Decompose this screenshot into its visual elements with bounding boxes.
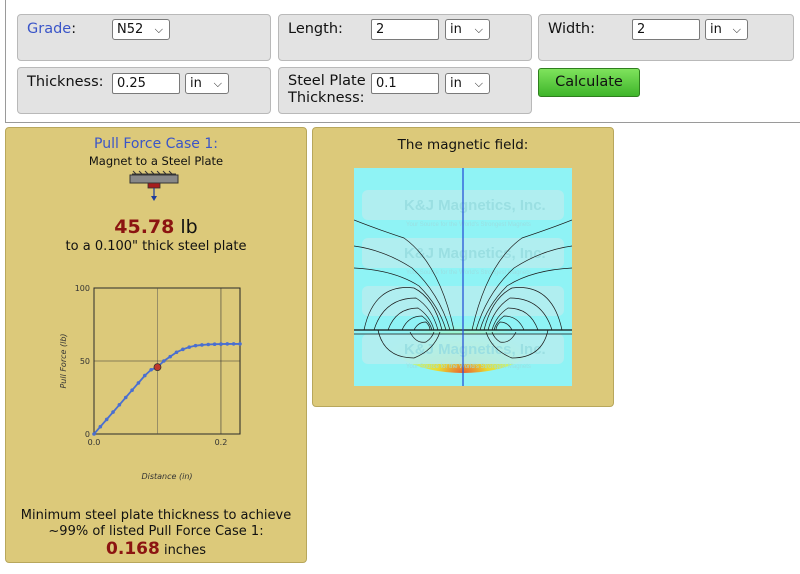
grade-select[interactable]: N52 ⌵ — [112, 19, 170, 40]
magnetic-field-panel: The magnetic field: K&J Magnetics, Inc. … — [312, 127, 614, 407]
min-thickness-result: 0.168 inches — [106, 539, 206, 559]
thickness-unit-select[interactable]: in ⌵ — [185, 73, 229, 94]
data-point — [136, 381, 141, 385]
data-point — [225, 342, 230, 346]
pull-force-description: to a 0.100" thick steel plate — [65, 239, 247, 254]
width-label: Width: — [548, 21, 596, 37]
highlight-point — [153, 363, 162, 372]
svg-text:Your Source for the World's St: Your Source for the World's Strongest Ma… — [406, 222, 531, 228]
grade-label[interactable]: Grade: — [27, 21, 76, 37]
y-tick-label: 50 — [80, 357, 90, 366]
length-label: Length: — [288, 21, 343, 37]
chevron-down-icon: ⌵ — [474, 77, 483, 90]
steel-plate-label: Steel Plate Thickness: — [288, 73, 366, 106]
grade-group: Grade: N52 ⌵ — [17, 14, 271, 61]
data-point — [162, 359, 166, 363]
thickness-label: Thickness: — [27, 74, 104, 90]
data-point — [231, 342, 236, 346]
data-point — [174, 350, 179, 355]
width-group: Width: 2 in ⌵ — [538, 14, 794, 61]
x-tick-label: 0.0 — [88, 438, 101, 447]
magnetic-field-image: K&J Magnetics, Inc. K&J Magnetics, Inc. … — [354, 168, 572, 386]
length-group: Length: 2 in ⌵ — [278, 14, 532, 61]
data-point — [149, 367, 153, 372]
chevron-down-icon: ⌵ — [474, 23, 483, 36]
data-point — [142, 373, 147, 378]
y-axis-label: Pull Force (lb) — [59, 333, 68, 388]
length-unit-select[interactable]: in ⌵ — [445, 19, 490, 40]
pull-force-panel: Pull Force Case 1: Magnet to a Steel Pla… — [5, 127, 307, 563]
pull-force-result: 45.78 lb — [114, 216, 198, 238]
x-tick-label: 0.2 — [215, 438, 228, 447]
steel-plate-input[interactable]: 0.1 — [371, 73, 439, 94]
data-point — [98, 424, 103, 429]
data-point — [206, 342, 211, 347]
thickness-input[interactable]: 0.25 — [112, 73, 180, 94]
data-point — [92, 432, 96, 436]
data-point — [200, 343, 204, 347]
magnet-plate-icon — [129, 170, 179, 201]
steel-plate-group: Steel Plate Thickness: 0.1 in ⌵ — [278, 67, 532, 114]
chevron-down-icon: ⌵ — [154, 23, 163, 36]
width-unit-select[interactable]: in ⌵ — [705, 19, 748, 40]
width-input[interactable]: 2 — [632, 19, 700, 40]
pull-force-title: Pull Force Case 1: — [94, 136, 218, 152]
thickness-group: Thickness: 0.25 in ⌵ — [17, 67, 271, 114]
data-point — [193, 343, 198, 348]
data-point — [187, 345, 192, 349]
data-point — [117, 403, 122, 407]
steel-plate-unit-select[interactable]: in ⌵ — [445, 73, 490, 94]
data-point — [111, 410, 115, 414]
pull-force-chart: 0501000.0 0.2Distance (in)Pull Force (lb) — [59, 284, 242, 481]
x-axis-label: Distance (in) — [141, 472, 192, 481]
data-point — [212, 342, 217, 347]
length-input[interactable]: 2 — [371, 19, 439, 40]
calculate-button[interactable]: Calculate — [538, 68, 640, 97]
data-point — [168, 354, 172, 359]
svg-text:Your Source for the World's St: Your Source for the World's Strongest Ma… — [406, 364, 531, 370]
data-point — [104, 417, 109, 422]
pull-force-subtitle: Magnet to a Steel Plate — [88, 154, 224, 168]
data-point — [130, 388, 134, 392]
svg-text:K&J Magnetics, Inc.: K&J Magnetics, Inc. — [404, 341, 546, 358]
chevron-down-icon: ⌵ — [732, 23, 741, 36]
magnetic-field-title: The magnetic field: — [397, 137, 529, 153]
svg-text:Your Source for the World's St: Your Source for the World's Strongest Ma… — [406, 270, 531, 276]
chevron-down-icon: ⌵ — [213, 77, 222, 90]
data-point — [219, 342, 223, 346]
data-point — [238, 342, 242, 346]
y-tick-label: 100 — [75, 284, 90, 293]
min-thickness-text: Minimum steel plate thickness to achieve… — [20, 508, 292, 539]
data-point — [181, 347, 185, 352]
data-point — [123, 395, 128, 400]
svg-text:K&J Magnetics, Inc.: K&J Magnetics, Inc. — [404, 197, 546, 214]
